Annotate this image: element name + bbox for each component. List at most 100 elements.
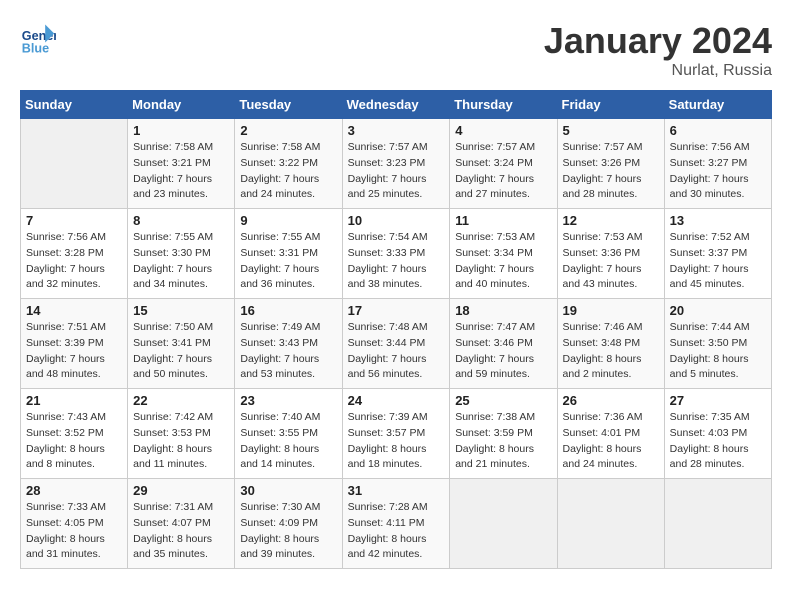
page-header: General Blue January 2024 Nurlat, Russia [20,20,772,80]
day-number: 5 [563,123,659,138]
day-number: 19 [563,303,659,318]
calendar-cell: 21 Sunrise: 7:43 AMSunset: 3:52 PMDayligh… [21,389,128,479]
day-info: Sunrise: 7:50 AMSunset: 3:41 PMDaylight:… [133,320,229,383]
day-info: Sunrise: 7:55 AMSunset: 3:30 PMDaylight:… [133,230,229,293]
calendar-cell: 15 Sunrise: 7:50 AMSunset: 3:41 PMDayligh… [128,299,235,389]
day-number: 29 [133,483,229,498]
day-info: Sunrise: 7:49 AMSunset: 3:43 PMDaylight:… [240,320,336,383]
day-info: Sunrise: 7:57 AMSunset: 3:26 PMDaylight:… [563,140,659,203]
calendar-cell [450,479,557,569]
week-row-5: 28 Sunrise: 7:33 AMSunset: 4:05 PMDayligh… [21,479,772,569]
day-info: Sunrise: 7:56 AMSunset: 3:27 PMDaylight:… [670,140,766,203]
calendar-table: SundayMondayTuesdayWednesdayThursdayFrid… [20,90,772,569]
day-info: Sunrise: 7:36 AMSunset: 4:01 PMDaylight:… [563,410,659,473]
day-number: 30 [240,483,336,498]
day-number: 17 [348,303,445,318]
calendar-cell: 13 Sunrise: 7:52 AMSunset: 3:37 PMDayligh… [664,209,771,299]
calendar-cell: 3Sunrise: 7:57 AMSunset: 3:23 PMDaylight… [342,119,450,209]
calendar-cell: 2Sunrise: 7:58 AMSunset: 3:22 PMDaylight… [235,119,342,209]
calendar-cell: 9 Sunrise: 7:55 AMSunset: 3:31 PMDaylight… [235,209,342,299]
weekday-header-saturday: Saturday [664,91,771,119]
day-number: 25 [455,393,551,408]
calendar-cell: 20Sunrise: 7:44 AMSunset: 3:50 PMDayligh… [664,299,771,389]
calendar-cell: 22 Sunrise: 7:42 AMSunset: 3:53 PMDayligh… [128,389,235,479]
day-info: Sunrise: 7:35 AMSunset: 4:03 PMDaylight:… [670,410,766,473]
calendar-cell: 11Sunrise: 7:53 AMSunset: 3:34 PMDayligh… [450,209,557,299]
day-number: 20 [670,303,766,318]
calendar-cell: 27 Sunrise: 7:35 AMSunset: 4:03 PMDayligh… [664,389,771,479]
logo: General Blue [20,20,60,56]
week-row-3: 14 Sunrise: 7:51 AMSunset: 3:39 PMDayligh… [21,299,772,389]
day-number: 31 [348,483,445,498]
day-number: 12 [563,213,659,228]
calendar-cell: 26Sunrise: 7:36 AMSunset: 4:01 PMDayligh… [557,389,664,479]
day-number: 2 [240,123,336,138]
logo-icon: General Blue [20,20,56,56]
calendar-cell: 14 Sunrise: 7:51 AMSunset: 3:39 PMDayligh… [21,299,128,389]
day-number: 14 [26,303,122,318]
day-info: Sunrise: 7:28 AMSunset: 4:11 PMDaylight:… [348,500,445,563]
day-info: Sunrise: 7:46 AMSunset: 3:48 PMDaylight:… [563,320,659,383]
calendar-cell: 31 Sunrise: 7:28 AMSunset: 4:11 PMDayligh… [342,479,450,569]
weekday-header-tuesday: Tuesday [235,91,342,119]
calendar-cell: 4 Sunrise: 7:57 AMSunset: 3:24 PMDaylight… [450,119,557,209]
day-info: Sunrise: 7:30 AMSunset: 4:09 PMDaylight:… [240,500,336,563]
day-info: Sunrise: 7:52 AMSunset: 3:37 PMDaylight:… [670,230,766,293]
weekday-header-sunday: Sunday [21,91,128,119]
day-number: 15 [133,303,229,318]
day-number: 8 [133,213,229,228]
week-row-2: 7 Sunrise: 7:56 AMSunset: 3:28 PMDaylight… [21,209,772,299]
day-number: 21 [26,393,122,408]
calendar-cell: 28 Sunrise: 7:33 AMSunset: 4:05 PMDayligh… [21,479,128,569]
day-info: Sunrise: 7:43 AMSunset: 3:52 PMDaylight:… [26,410,122,473]
calendar-cell: 24Sunrise: 7:39 AMSunset: 3:57 PMDayligh… [342,389,450,479]
calendar-cell: 30 Sunrise: 7:30 AMSunset: 4:09 PMDayligh… [235,479,342,569]
day-info: Sunrise: 7:57 AMSunset: 3:23 PMDaylight:… [348,140,445,203]
day-info: Sunrise: 7:38 AMSunset: 3:59 PMDaylight:… [455,410,551,473]
week-row-4: 21 Sunrise: 7:43 AMSunset: 3:52 PMDayligh… [21,389,772,479]
day-number: 10 [348,213,445,228]
weekday-header-thursday: Thursday [450,91,557,119]
weekday-header-row: SundayMondayTuesdayWednesdayThursdayFrid… [21,91,772,119]
calendar-cell: 10Sunrise: 7:54 AMSunset: 3:33 PMDayligh… [342,209,450,299]
day-number: 7 [26,213,122,228]
title-block: January 2024 Nurlat, Russia [544,20,772,80]
day-info: Sunrise: 7:57 AMSunset: 3:24 PMDaylight:… [455,140,551,203]
day-number: 4 [455,123,551,138]
day-info: Sunrise: 7:40 AMSunset: 3:55 PMDaylight:… [240,410,336,473]
day-number: 27 [670,393,766,408]
day-info: Sunrise: 7:39 AMSunset: 3:57 PMDaylight:… [348,410,445,473]
calendar-cell: 1Sunrise: 7:58 AMSunset: 3:21 PMDaylight… [128,119,235,209]
day-info: Sunrise: 7:56 AMSunset: 3:28 PMDaylight:… [26,230,122,293]
day-info: Sunrise: 7:33 AMSunset: 4:05 PMDaylight:… [26,500,122,563]
calendar-cell [21,119,128,209]
day-info: Sunrise: 7:55 AMSunset: 3:31 PMDaylight:… [240,230,336,293]
weekday-header-friday: Friday [557,91,664,119]
calendar-cell: 29Sunrise: 7:31 AMSunset: 4:07 PMDayligh… [128,479,235,569]
day-number: 28 [26,483,122,498]
day-info: Sunrise: 7:42 AMSunset: 3:53 PMDaylight:… [133,410,229,473]
day-number: 13 [670,213,766,228]
day-number: 18 [455,303,551,318]
location: Nurlat, Russia [544,62,772,80]
day-number: 22 [133,393,229,408]
calendar-cell: 7 Sunrise: 7:56 AMSunset: 3:28 PMDaylight… [21,209,128,299]
weekday-header-monday: Monday [128,91,235,119]
weekday-header-wednesday: Wednesday [342,91,450,119]
day-info: Sunrise: 7:53 AMSunset: 3:36 PMDaylight:… [563,230,659,293]
day-info: Sunrise: 7:48 AMSunset: 3:44 PMDaylight:… [348,320,445,383]
day-info: Sunrise: 7:58 AMSunset: 3:21 PMDaylight:… [133,140,229,203]
week-row-1: 1Sunrise: 7:58 AMSunset: 3:21 PMDaylight… [21,119,772,209]
day-number: 9 [240,213,336,228]
calendar-cell: 8 Sunrise: 7:55 AMSunset: 3:30 PMDaylight… [128,209,235,299]
day-number: 23 [240,393,336,408]
day-info: Sunrise: 7:47 AMSunset: 3:46 PMDaylight:… [455,320,551,383]
day-number: 16 [240,303,336,318]
calendar-cell: 25 Sunrise: 7:38 AMSunset: 3:59 PMDayligh… [450,389,557,479]
month-title: January 2024 [544,20,772,62]
calendar-cell [557,479,664,569]
calendar-cell: 16 Sunrise: 7:49 AMSunset: 3:43 PMDayligh… [235,299,342,389]
day-info: Sunrise: 7:51 AMSunset: 3:39 PMDaylight:… [26,320,122,383]
svg-text:Blue: Blue [22,41,49,55]
calendar-cell: 6Sunrise: 7:56 AMSunset: 3:27 PMDaylight… [664,119,771,209]
